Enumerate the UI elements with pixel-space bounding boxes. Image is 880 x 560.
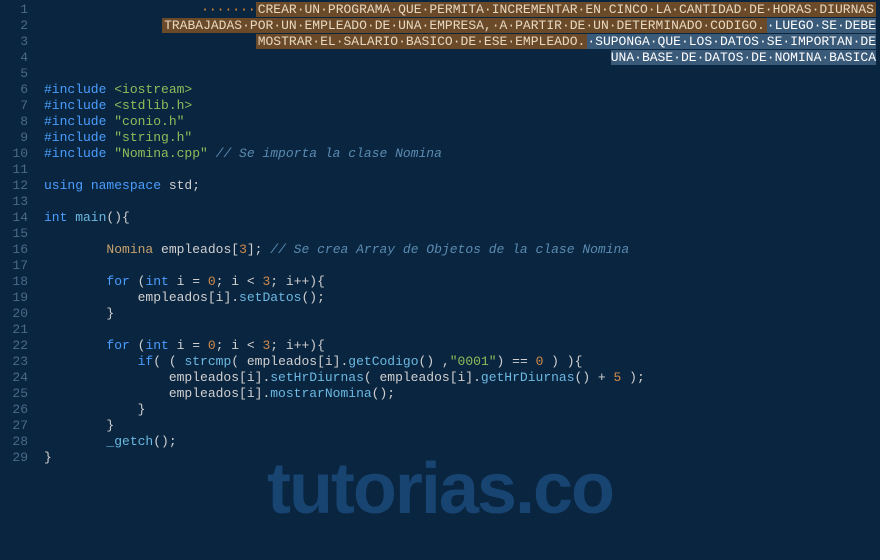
code-line: TRABAJADAS·POR·UN·EMPLEADO·DE·UNA·EMPRES… — [44, 18, 880, 34]
line-number: 24 — [0, 370, 28, 386]
code-line: if( ( strcmp( empleados[i].getCodigo() ,… — [44, 354, 880, 370]
line-number: 29 — [0, 450, 28, 466]
code-line: MOSTRAR·EL·SALARIO·BASICO·DE·ESE·EMPLEAD… — [44, 34, 880, 50]
line-number: 6 — [0, 82, 28, 98]
line-number: 5 — [0, 66, 28, 82]
code-line: #include <iostream> — [44, 82, 880, 98]
line-number: 13 — [0, 194, 28, 210]
code-line: for (int i = 0; i < 3; i++){ — [44, 274, 880, 290]
line-number: 7 — [0, 98, 28, 114]
line-gutter: 1234567891011121314151617181920212223242… — [0, 0, 36, 560]
code-line — [44, 322, 880, 338]
line-number: 15 — [0, 226, 28, 242]
code-line: #include "Nomina.cpp" // Se importa la c… — [44, 146, 880, 162]
line-number: 28 — [0, 434, 28, 450]
line-number: 19 — [0, 290, 28, 306]
line-number: 16 — [0, 242, 28, 258]
code-line: } — [44, 450, 880, 466]
code-line: int main(){ — [44, 210, 880, 226]
code-line — [44, 162, 880, 178]
line-number: 17 — [0, 258, 28, 274]
code-line: empleados[i].setHrDiurnas( empleados[i].… — [44, 370, 880, 386]
line-number: 26 — [0, 402, 28, 418]
code-line: Nomina empleados[3]; // Se crea Array de… — [44, 242, 880, 258]
line-number: 20 — [0, 306, 28, 322]
line-number: 21 — [0, 322, 28, 338]
line-number: 4 — [0, 50, 28, 66]
code-line: } — [44, 306, 880, 322]
code-line: #include "conio.h" — [44, 114, 880, 130]
code-line: _getch(); — [44, 434, 880, 450]
line-number: 25 — [0, 386, 28, 402]
code-line: empleados[i].mostrarNomina(); — [44, 386, 880, 402]
code-line: #include <stdlib.h> — [44, 98, 880, 114]
line-number: 2 — [0, 18, 28, 34]
code-line: } — [44, 402, 880, 418]
line-number: 3 — [0, 34, 28, 50]
code-editor: 1234567891011121314151617181920212223242… — [0, 0, 880, 560]
line-number: 1 — [0, 2, 28, 18]
line-number: 11 — [0, 162, 28, 178]
code-line: for (int i = 0; i < 3; i++){ — [44, 338, 880, 354]
code-line: } — [44, 418, 880, 434]
line-number: 10 — [0, 146, 28, 162]
code-line: using namespace std; — [44, 178, 880, 194]
code-line — [44, 66, 880, 82]
code-line — [44, 194, 880, 210]
code-line: #include "string.h" — [44, 130, 880, 146]
line-number: 9 — [0, 130, 28, 146]
line-number: 23 — [0, 354, 28, 370]
code-area[interactable]: ·······CREAR·UN·PROGRAMA·QUE·PERMITA·INC… — [36, 0, 880, 560]
line-number: 8 — [0, 114, 28, 130]
line-number: 22 — [0, 338, 28, 354]
code-line — [44, 226, 880, 242]
code-line: UNA·BASE·DE·DATOS·DE·NOMINA·BASICA — [44, 50, 880, 66]
code-line: empleados[i].setDatos(); — [44, 290, 880, 306]
line-number: 18 — [0, 274, 28, 290]
code-line — [44, 258, 880, 274]
line-number: 14 — [0, 210, 28, 226]
line-number: 27 — [0, 418, 28, 434]
line-number: 12 — [0, 178, 28, 194]
code-line: ·······CREAR·UN·PROGRAMA·QUE·PERMITA·INC… — [44, 2, 880, 18]
